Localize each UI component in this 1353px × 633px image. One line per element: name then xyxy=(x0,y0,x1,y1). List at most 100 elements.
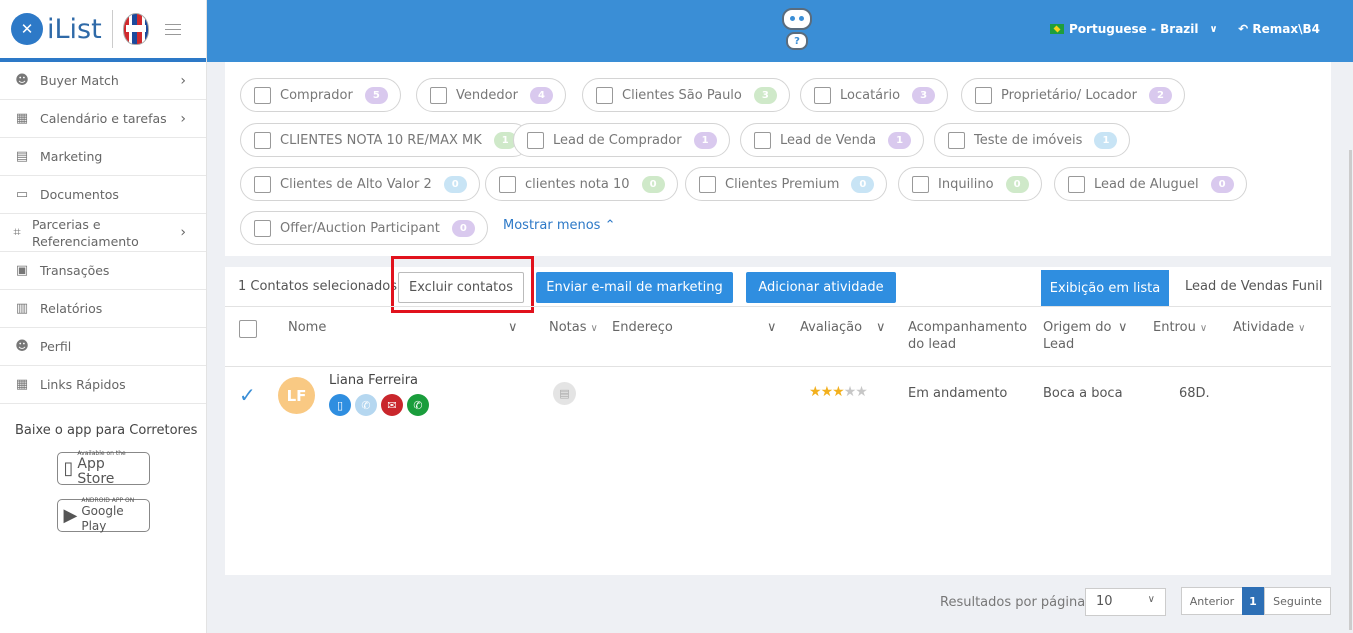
calendar-icon: ▦ xyxy=(15,110,29,126)
star-empty-icon[interactable]: ★ xyxy=(844,384,857,400)
filter-chip[interactable]: CLIENTES NOTA 10 RE/MAX MK 1 xyxy=(240,123,530,157)
chip-checkbox[interactable] xyxy=(254,219,271,237)
filter-chip[interactable]: Clientes Premium 0 xyxy=(685,167,888,201)
chip-checkbox[interactable] xyxy=(527,131,544,149)
sidebar-item-documents[interactable]: ▭ Documentos xyxy=(0,176,206,214)
sort-name-chevron-icon[interactable]: ∨ xyxy=(508,319,518,336)
remax-balloon-logo-icon xyxy=(122,13,149,45)
filter-chip[interactable]: Locatário 3 xyxy=(800,78,949,112)
column-header-activity[interactable]: Atividade ∨ xyxy=(1233,319,1305,337)
chip-label: Proprietário/ Locador xyxy=(1001,87,1137,103)
chip-count-badge: 0 xyxy=(1210,175,1234,193)
avatar[interactable]: LF xyxy=(278,377,315,414)
filter-chip[interactable]: Inquilino 0 xyxy=(898,167,1042,201)
phone-icon[interactable]: ✆ xyxy=(355,394,377,416)
sidebar-item-quick-links[interactable]: ▦ Links Rápidos xyxy=(0,366,206,404)
chip-count-badge: 0 xyxy=(451,219,475,237)
chip-checkbox[interactable] xyxy=(948,131,965,149)
chip-count-badge: 0 xyxy=(851,175,875,193)
filter-chip[interactable]: Lead de Venda 1 xyxy=(740,123,925,157)
chip-checkbox[interactable] xyxy=(499,175,516,193)
sidebar-item-label: Parcerias e Referenciamento xyxy=(32,216,139,249)
chip-label: Vendedor xyxy=(456,87,518,103)
sidebar-item-marketing[interactable]: ▤ Marketing xyxy=(0,138,206,176)
column-header-name[interactable]: Nome xyxy=(288,319,326,336)
add-activity-button[interactable]: Adicionar atividade xyxy=(746,272,896,303)
app-store-button[interactable]: ▯ Available on the App Store xyxy=(56,450,150,487)
column-header-entered[interactable]: Entrou ∨ xyxy=(1153,319,1207,337)
sidebar-item-reports[interactable]: ▥ Relatórios xyxy=(0,290,206,328)
google-play-button[interactable]: ▶ ANDROID APP ON Google Play xyxy=(56,497,150,533)
chip-checkbox[interactable] xyxy=(254,131,271,149)
filter-chip[interactable]: Comprador 5 xyxy=(240,78,401,112)
language-selector[interactable]: Portuguese - Brazil ∨ xyxy=(1050,22,1218,36)
sort-origin-chevron-icon[interactable]: ∨ xyxy=(1118,319,1128,336)
chip-label: Teste de imóveis xyxy=(974,132,1083,148)
tab-sales-funnel[interactable]: Lead de Vendas Funil xyxy=(1185,279,1322,294)
chip-checkbox[interactable] xyxy=(596,86,613,104)
filter-chip[interactable]: Lead de Comprador 1 xyxy=(513,123,730,157)
mobile-phone-icon[interactable]: ▯ xyxy=(329,394,351,416)
email-icon[interactable]: ✉ xyxy=(381,394,403,416)
robot-assistant-icon[interactable]: ? xyxy=(777,8,817,54)
filter-chip[interactable]: clientes nota 10 0 xyxy=(485,167,678,201)
column-header-followup[interactable]: Acompanhamento do lead xyxy=(908,319,1033,353)
chip-label: clientes nota 10 xyxy=(525,176,630,192)
filter-chip[interactable]: Vendedor 4 xyxy=(416,78,566,112)
pagination-next-button[interactable]: Seguinte xyxy=(1264,587,1331,615)
chip-checkbox[interactable] xyxy=(975,86,992,104)
results-per-page-select[interactable]: 10 ∨ xyxy=(1085,588,1166,616)
row-checkmark-icon[interactable]: ✓ xyxy=(239,383,256,407)
chip-count-badge: 0 xyxy=(1005,175,1029,193)
logo-divider xyxy=(111,10,113,48)
user-icon: ☻ xyxy=(15,338,29,354)
filter-chip[interactable]: Offer/Auction Participant 0 xyxy=(240,211,488,245)
hamburger-menu-icon[interactable] xyxy=(164,23,181,35)
pagination-previous-button[interactable]: Anterior xyxy=(1181,587,1243,615)
filter-chip[interactable]: Clientes São Paulo 3 xyxy=(582,78,790,112)
filter-chip[interactable]: Teste de imóveis 1 xyxy=(934,123,1131,157)
chip-label: Inquilino xyxy=(938,176,994,192)
sidebar: ✕ iList ☻ Buyer Match › ▦ Calendário e t… xyxy=(0,0,207,633)
filter-chip[interactable]: Lead de Aluguel 0 xyxy=(1054,167,1247,201)
chip-checkbox[interactable] xyxy=(254,86,271,104)
delete-contacts-button[interactable]: Excluir contatos xyxy=(398,272,524,303)
show-less-link[interactable]: Mostrar menos ⌃ xyxy=(503,218,615,233)
star-empty-icon[interactable]: ★ xyxy=(855,384,868,400)
sort-address-chevron-icon[interactable]: ∨ xyxy=(767,319,777,336)
chip-checkbox[interactable] xyxy=(912,175,929,193)
filter-chip[interactable]: Clientes de Alto Valor 2 0 xyxy=(240,167,480,201)
tab-list-view[interactable]: Exibição em lista xyxy=(1041,270,1169,306)
column-header-notes[interactable]: Notas ∨ xyxy=(549,319,598,337)
sidebar-item-transactions[interactable]: ▣ Transações xyxy=(0,252,206,290)
pagination-current-page[interactable]: 1 xyxy=(1242,587,1264,615)
rating-stars[interactable]: ★★★★★ xyxy=(809,384,868,400)
star-filled-icon[interactable]: ★ xyxy=(832,384,845,400)
sidebar-item-partnerships[interactable]: ⌗ Parcerias e Referenciamento › xyxy=(0,214,206,252)
column-header-rating[interactable]: Avaliação xyxy=(800,319,862,336)
notes-icon[interactable]: ▤ xyxy=(553,382,576,405)
chip-checkbox[interactable] xyxy=(1068,175,1085,193)
sidebar-item-buyer-match[interactable]: ☻ Buyer Match › xyxy=(0,62,206,100)
user-menu[interactable]: ↶ Remax\B4 xyxy=(1238,22,1320,36)
star-filled-icon[interactable]: ★ xyxy=(809,384,822,400)
chip-checkbox[interactable] xyxy=(754,131,771,149)
select-all-checkbox[interactable] xyxy=(239,320,257,338)
scrollbar[interactable] xyxy=(1349,150,1352,630)
send-marketing-email-button[interactable]: Enviar e-mail de marketing xyxy=(536,272,733,303)
contact-name[interactable]: Liana Ferreira xyxy=(329,373,418,388)
chip-checkbox[interactable] xyxy=(814,86,831,104)
filter-chip[interactable]: Proprietário/ Locador 2 xyxy=(961,78,1185,112)
chip-checkbox[interactable] xyxy=(254,175,271,193)
chip-label: Lead de Comprador xyxy=(553,132,682,148)
sort-rating-chevron-icon[interactable]: ∨ xyxy=(876,319,886,336)
star-filled-icon[interactable]: ★ xyxy=(821,384,834,400)
whatsapp-icon[interactable]: ✆ xyxy=(407,394,429,416)
chip-checkbox[interactable] xyxy=(430,86,447,104)
sidebar-item-calendar[interactable]: ▦ Calendário e tarefas › xyxy=(0,100,206,138)
sidebar-item-profile[interactable]: ☻ Perfil xyxy=(0,328,206,366)
column-header-address[interactable]: Endereço xyxy=(612,319,673,336)
chip-checkbox[interactable] xyxy=(699,175,716,193)
briefcase-icon: ▣ xyxy=(15,262,29,278)
column-header-origin[interactable]: Origem do Lead xyxy=(1043,319,1118,353)
